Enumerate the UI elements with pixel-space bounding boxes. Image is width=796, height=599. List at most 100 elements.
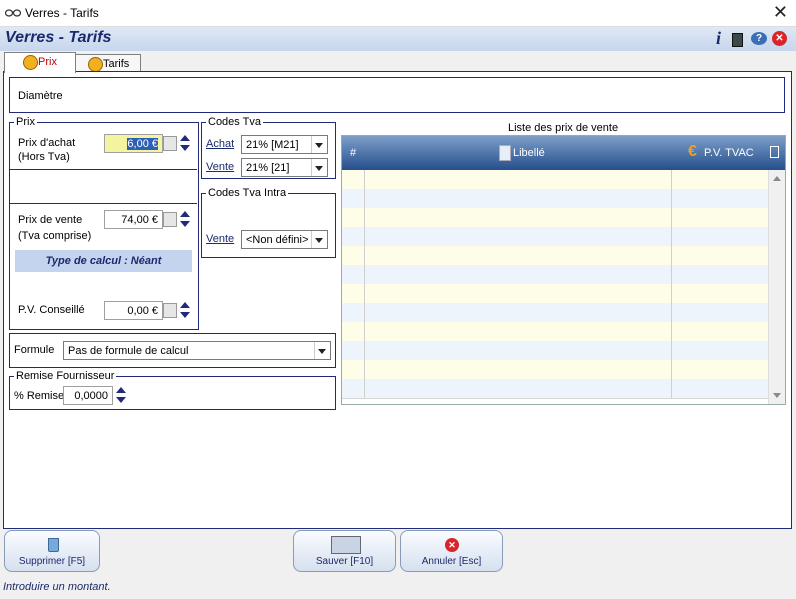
table-row[interactable] xyxy=(342,208,768,228)
grid-header: # Libellé € P.V. TVAC xyxy=(342,136,785,170)
coin-icon xyxy=(23,55,38,70)
table-row[interactable] xyxy=(342,246,768,266)
page-title: Verres - Tarifs xyxy=(5,29,112,46)
tva-vente-link[interactable]: Vente xyxy=(206,161,234,173)
calculator-icon[interactable] xyxy=(163,136,177,151)
remise-stepper[interactable] xyxy=(116,386,126,405)
table-row[interactable] xyxy=(342,360,768,380)
row-cell-libelle xyxy=(365,322,672,341)
formule-select[interactable]: Pas de formule de calcul xyxy=(63,341,331,360)
scroll-down-icon[interactable] xyxy=(773,393,781,398)
vertical-scrollbar[interactable] xyxy=(768,170,785,404)
row-cell-libelle xyxy=(365,303,672,322)
annuler-label: Annuler [Esc] xyxy=(421,556,482,567)
prix-vente-grid[interactable]: # Libellé € P.V. TVAC xyxy=(341,135,786,405)
tva-intra-vente-select[interactable]: <Non défini> xyxy=(241,230,328,249)
row-cell-number xyxy=(342,360,365,379)
row-cell-libelle xyxy=(365,360,672,379)
row-cell-number xyxy=(342,322,365,341)
table-row[interactable] xyxy=(342,170,768,190)
prix-vente-input[interactable]: 74,00 € xyxy=(104,210,163,229)
coin-icon xyxy=(88,57,103,72)
table-row[interactable] xyxy=(342,284,768,304)
glasses-icon xyxy=(5,9,21,17)
table-row[interactable] xyxy=(342,189,768,209)
row-cell-libelle xyxy=(365,189,672,208)
remise-input[interactable]: 0,0000 xyxy=(63,386,113,405)
tva-vente-value: 21% [21] xyxy=(246,162,290,174)
prix-separator xyxy=(9,169,197,204)
supprimer-label: Supprimer [F5] xyxy=(18,556,86,567)
diametre-box: Diamètre xyxy=(9,77,785,113)
pv-conseille-stepper[interactable] xyxy=(180,301,190,320)
tab-prix-label: Prix xyxy=(38,56,57,68)
annuler-button[interactable]: ✕ Annuler [Esc] xyxy=(400,530,503,572)
type-calcul-label: Type de calcul : Néant xyxy=(15,250,192,272)
row-cell-libelle xyxy=(365,227,672,246)
tab-tarifs-label: Tarifs xyxy=(103,58,130,70)
row-cell-number xyxy=(342,170,365,189)
tva-intra-vente-link[interactable]: Vente xyxy=(206,233,234,245)
row-cell-libelle xyxy=(365,170,672,189)
cancel-icon: ✕ xyxy=(445,538,459,552)
tva-vente-select[interactable]: 21% [21] xyxy=(241,158,328,177)
remise-legend: Remise Fournisseur xyxy=(14,370,117,382)
pv-conseille-input[interactable]: 0,00 € xyxy=(104,301,163,320)
formule-value: Pas de formule de calcul xyxy=(68,345,189,357)
row-cell-number xyxy=(342,284,365,303)
chevron-down-icon[interactable] xyxy=(311,159,327,176)
liste-prix-title: Liste des prix de vente xyxy=(508,122,619,134)
calculator-icon[interactable] xyxy=(163,212,177,227)
tva-achat-link[interactable]: Achat xyxy=(206,138,234,150)
column-libelle[interactable]: Libellé xyxy=(513,147,545,159)
close-icon[interactable]: ✕ xyxy=(772,31,787,46)
column-pv-tvac[interactable]: P.V. TVAC xyxy=(704,147,754,159)
scroll-up-icon[interactable] xyxy=(773,176,781,181)
prix-achat-input[interactable]: 6,00 € xyxy=(104,134,163,153)
row-cell-number xyxy=(342,189,365,208)
row-cell-number xyxy=(342,246,365,265)
row-cell-number xyxy=(342,303,365,322)
trash-icon xyxy=(48,538,59,552)
prix-vente-stepper[interactable] xyxy=(180,210,190,229)
euro-icon: € xyxy=(688,143,697,160)
sauver-button[interactable]: Sauver [F10] xyxy=(293,530,396,572)
table-row[interactable] xyxy=(342,322,768,342)
status-bar: Introduire un montant. xyxy=(0,577,796,599)
row-cell-number xyxy=(342,379,365,398)
pv-conseille-label: P.V. Conseillé xyxy=(18,304,85,316)
tab-prix[interactable]: Prix xyxy=(4,52,76,73)
table-row[interactable] xyxy=(342,227,768,247)
calculator-icon[interactable] xyxy=(163,303,177,318)
codes-tva-legend: Codes Tva xyxy=(206,116,263,128)
table-row[interactable] xyxy=(342,379,768,399)
remise-group: Remise Fournisseur % Remise 0,0000 xyxy=(9,370,336,410)
prix-achat-value: 6,00 € xyxy=(127,138,158,150)
tva-intra-vente-value: <Non défini> xyxy=(246,234,309,246)
title-bar: Verres - Tarifs ✕ xyxy=(0,0,796,27)
table-row[interactable] xyxy=(342,341,768,361)
prix-group: Prix Prix d'achat (Hors Tva) 6,00 € Prix… xyxy=(9,116,199,330)
row-cell-libelle xyxy=(365,265,672,284)
info-icon[interactable]: i xyxy=(716,28,721,49)
codes-tva-intra-legend: Codes Tva Intra xyxy=(206,187,289,199)
codes-tva-intra-group: Codes Tva Intra Vente <Non défini> xyxy=(201,187,336,258)
prix-legend: Prix xyxy=(14,116,37,128)
row-cell-number xyxy=(342,265,365,284)
calculator-icon[interactable] xyxy=(732,33,743,47)
status-text: Introduire un montant. xyxy=(3,581,111,593)
supprimer-button[interactable]: Supprimer [F5] xyxy=(4,530,100,572)
table-row[interactable] xyxy=(342,303,768,323)
copy-icon[interactable] xyxy=(770,146,779,158)
app-header: Verres - Tarifs i ? ✕ xyxy=(0,27,796,51)
table-row[interactable] xyxy=(342,265,768,285)
close-window-icon[interactable]: ✕ xyxy=(773,2,788,23)
help-icon[interactable]: ? xyxy=(751,32,767,45)
chevron-down-icon[interactable] xyxy=(311,136,327,153)
chevron-down-icon[interactable] xyxy=(314,342,330,359)
chevron-down-icon[interactable] xyxy=(311,231,327,248)
column-number[interactable]: # xyxy=(350,147,356,159)
prix-achat-stepper[interactable] xyxy=(180,134,190,153)
tva-achat-select[interactable]: 21% [M21] xyxy=(241,135,328,154)
row-cell-libelle xyxy=(365,379,672,398)
